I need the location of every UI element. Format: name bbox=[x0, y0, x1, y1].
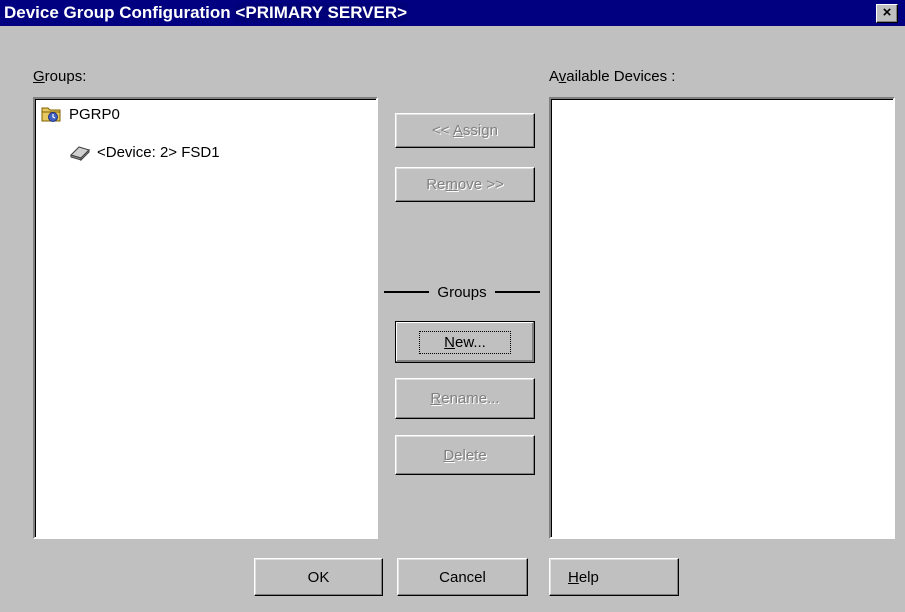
assign-button[interactable]: << Assign bbox=[395, 113, 535, 148]
rename-group-button[interactable]: Rename... bbox=[395, 378, 535, 419]
close-icon: × bbox=[882, 4, 892, 21]
folder-icon bbox=[41, 104, 63, 124]
remove-button[interactable]: Remove >> bbox=[395, 167, 535, 202]
groups-heading-text: Groups bbox=[437, 283, 487, 301]
new-group-button[interactable]: New... bbox=[395, 321, 535, 363]
available-devices-label: Available Devices : bbox=[549, 68, 676, 85]
window-title-text: Device Group Configuration bbox=[4, 3, 231, 22]
tree-item-label: PGRP0 bbox=[69, 105, 120, 123]
groups-section-heading: Groups bbox=[384, 282, 541, 302]
groups-label: Groups: bbox=[33, 68, 87, 85]
delete-group-button[interactable]: Delete bbox=[395, 435, 535, 475]
tree-item-group[interactable]: PGRP0 bbox=[41, 104, 120, 124]
window-title: Device Group Configuration <PRIMARY SERV… bbox=[4, 3, 408, 23]
close-button[interactable]: × bbox=[876, 4, 898, 23]
groups-tree[interactable]: PGRP0 <Device: 2> FSD1 bbox=[33, 97, 378, 539]
drive-icon bbox=[69, 142, 91, 162]
server-name: <PRIMARY SERVER> bbox=[235, 3, 408, 22]
separator-line bbox=[494, 291, 541, 293]
tree-item-label: <Device: 2> FSD1 bbox=[97, 143, 220, 161]
tree-item-device[interactable]: <Device: 2> FSD1 bbox=[69, 142, 220, 162]
ok-button[interactable]: OK bbox=[254, 558, 383, 596]
cancel-button[interactable]: Cancel bbox=[397, 558, 528, 596]
title-bar: Device Group Configuration <PRIMARY SERV… bbox=[0, 0, 905, 26]
available-devices-list[interactable] bbox=[549, 97, 895, 539]
separator-line bbox=[384, 291, 430, 293]
help-button[interactable]: Help bbox=[549, 558, 679, 596]
